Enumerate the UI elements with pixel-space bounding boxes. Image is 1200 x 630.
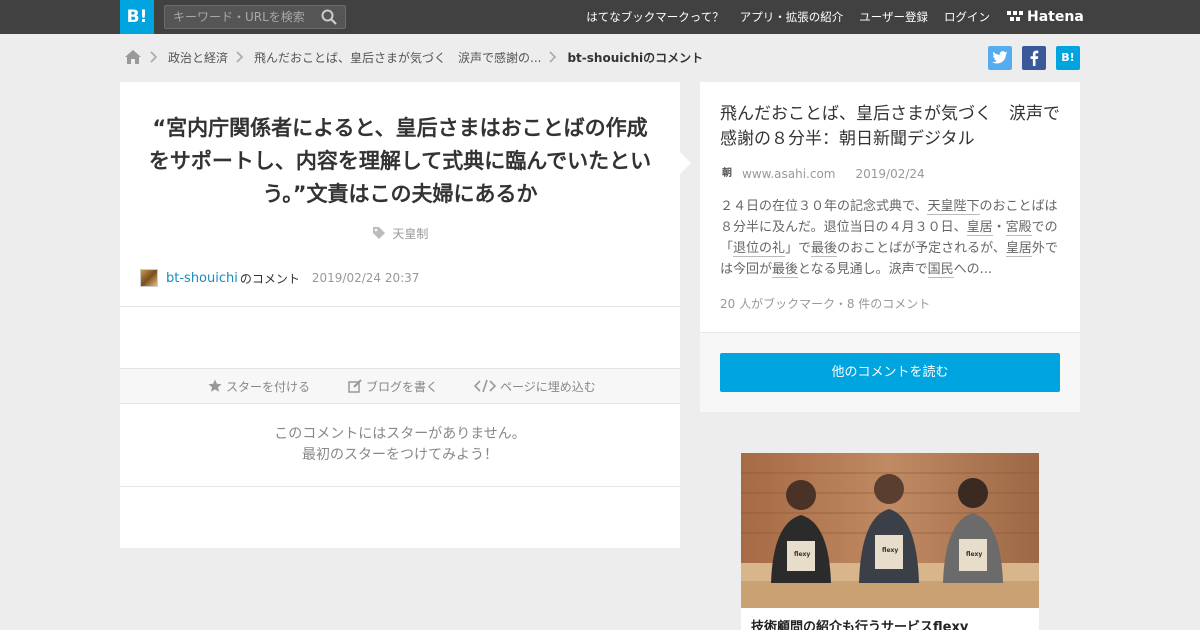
keyword-link[interactable]: 国民 — [927, 262, 954, 278]
excerpt-text: への... — [953, 262, 993, 277]
nav-about[interactable]: はてなブックマークって？ — [586, 9, 723, 25]
action-bar: スターを付ける ブログを書く ページに埋め込む — [120, 368, 680, 404]
excerpt-text: のおことばが予定されるが、 — [837, 241, 1006, 256]
nav-login[interactable]: ログイン — [944, 9, 990, 25]
write-blog-label: ブログを書く — [366, 379, 439, 394]
card-pointer — [680, 152, 691, 174]
nav-apps[interactable]: アプリ・拡張の紹介 — [740, 9, 844, 25]
ad-caption[interactable]: 技術顧問の紹介も行うサービスflexy — [751, 616, 968, 630]
code-icon — [474, 379, 496, 393]
hatena-bookmark-logo[interactable]: B! — [120, 0, 154, 34]
top-nav: はてなブックマークって？ アプリ・拡張の紹介 ユーザー登録 ログイン — [586, 0, 990, 34]
divider — [120, 486, 680, 487]
home-icon[interactable] — [124, 49, 142, 65]
star-icon — [208, 379, 222, 392]
bookmark-counts[interactable]: 20 人がブックマーク・8 件のコメント — [720, 295, 930, 312]
search-box[interactable] — [164, 5, 346, 29]
hatena-logo-icon — [1007, 11, 1023, 21]
twitter-icon — [992, 51, 1008, 64]
breadcrumb-category[interactable]: 政治と経済 — [168, 49, 228, 66]
search-icon[interactable] — [321, 9, 337, 25]
embed-label: ページに埋め込む — [500, 379, 596, 394]
no-star-line: このコメントにはスターがありません。 — [274, 426, 526, 442]
comment-author: bt-shouichi のコメント 2019/02/24 20:37 — [140, 268, 419, 288]
ad-image[interactable]: flexy flexy flexy — [741, 453, 1039, 608]
tag-row: 天皇制 — [120, 225, 680, 242]
breadcrumb: 政治と経済 飛んだおことば、皇后さまが気づく 涙声で感謝の... bt-shou… — [124, 46, 703, 68]
entry-card-footer: 他のコメントを読む — [700, 332, 1080, 412]
keyword-link[interactable]: 皇居 — [966, 220, 993, 236]
comment-suffix: のコメント — [239, 271, 300, 286]
tag-icon — [372, 227, 385, 239]
entry-source: 朝 www.asahi.com 2019/02/24 — [720, 166, 925, 182]
chevron-right-icon — [236, 51, 244, 63]
read-other-comments-button[interactable]: 他のコメントを読む — [720, 353, 1060, 392]
chevron-right-icon — [150, 51, 158, 63]
ad-banner[interactable]: flexy flexy flexy 技術顧問の紹介も行うサービスflexy — [741, 453, 1039, 630]
embed-button[interactable]: ページに埋め込む — [474, 369, 596, 403]
hatena-share-button[interactable]: B! — [1056, 46, 1080, 70]
excerpt-text: となる見通し。涙声で — [798, 262, 928, 277]
keyword-link[interactable]: 最後 — [772, 262, 799, 278]
search-input[interactable] — [165, 6, 315, 28]
username-link[interactable]: bt-shouichi — [166, 271, 238, 286]
ad-bag-label: flexy — [794, 551, 811, 558]
chevron-right-icon — [549, 51, 557, 63]
site-favicon: 朝 — [722, 168, 732, 179]
edit-icon — [348, 379, 362, 393]
keyword-link[interactable]: 退位の礼 — [733, 241, 786, 257]
tag-label[interactable]: 天皇制 — [392, 227, 428, 241]
entry-title[interactable]: 飛んだおことば、皇后さまが気づく 涙声で感謝の８分半：朝日新聞デジタル — [720, 102, 1064, 152]
comment-date[interactable]: 2019/02/24 20:37 — [312, 271, 420, 285]
keyword-link[interactable]: 最後 — [811, 241, 838, 257]
breadcrumb-current: bt-shouichiのコメント — [567, 50, 704, 65]
excerpt-text: 」で — [785, 241, 812, 256]
excerpt-text: ・ — [992, 220, 1006, 235]
facebook-share-button[interactable] — [1022, 46, 1046, 70]
entry-excerpt: ２４日の在位３０年の記念式典で、天皇陛下のおことばは８分半に及んだ。退位当日の４… — [720, 196, 1064, 280]
entry-domain[interactable]: www.asahi.com — [742, 167, 836, 181]
add-star-label: スターを付ける — [226, 379, 311, 394]
comment-card: “宮内庁関係者によると、皇后さまはおことばの作成をサポートし、内容を理解して式典… — [120, 82, 680, 548]
no-star-line: 最初のスターをつけてみよう！ — [302, 447, 498, 463]
keyword-link[interactable]: 宮殿 — [1005, 220, 1032, 236]
hatena-brand-link[interactable]: Hatena — [1007, 8, 1084, 26]
write-blog-button[interactable]: ブログを書く — [348, 369, 438, 403]
twitter-share-button[interactable] — [988, 46, 1012, 70]
keyword-link[interactable]: 天皇陛下 — [927, 199, 980, 215]
entry-date: 2019/02/24 — [855, 167, 925, 181]
top-bar: B! はてなブックマークって？ アプリ・拡張の紹介 ユーザー登録 ログイン Ha… — [0, 0, 1200, 34]
hatena-brand-text: Hatena — [1027, 9, 1084, 25]
keyword-link[interactable]: 皇居 — [1005, 241, 1032, 257]
avatar[interactable] — [140, 269, 158, 287]
breadcrumb-entry[interactable]: 飛んだおことば、皇后さまが気づく 涙声で感謝の... — [254, 49, 541, 66]
comment-text: “宮内庁関係者によると、皇后さまはおことばの作成をサポートし、内容を理解して式典… — [148, 116, 652, 206]
ad-bag-label: flexy — [966, 551, 983, 558]
ad-photo — [741, 453, 1039, 608]
ad-bag-label: flexy — [882, 547, 899, 554]
no-star-message: このコメントにはスターがありません。 最初のスターをつけてみよう！ — [120, 424, 680, 466]
facebook-icon — [1030, 50, 1039, 66]
entry-card: 飛んだおことば、皇后さまが気づく 涙声で感謝の８分半：朝日新聞デジタル 朝 ww… — [700, 82, 1080, 412]
excerpt-text: ２４日の在位３０年の記念式典で、 — [720, 199, 928, 214]
divider — [120, 306, 680, 307]
add-star-button[interactable]: スターを付ける — [208, 369, 310, 403]
nav-register[interactable]: ユーザー登録 — [859, 9, 928, 25]
